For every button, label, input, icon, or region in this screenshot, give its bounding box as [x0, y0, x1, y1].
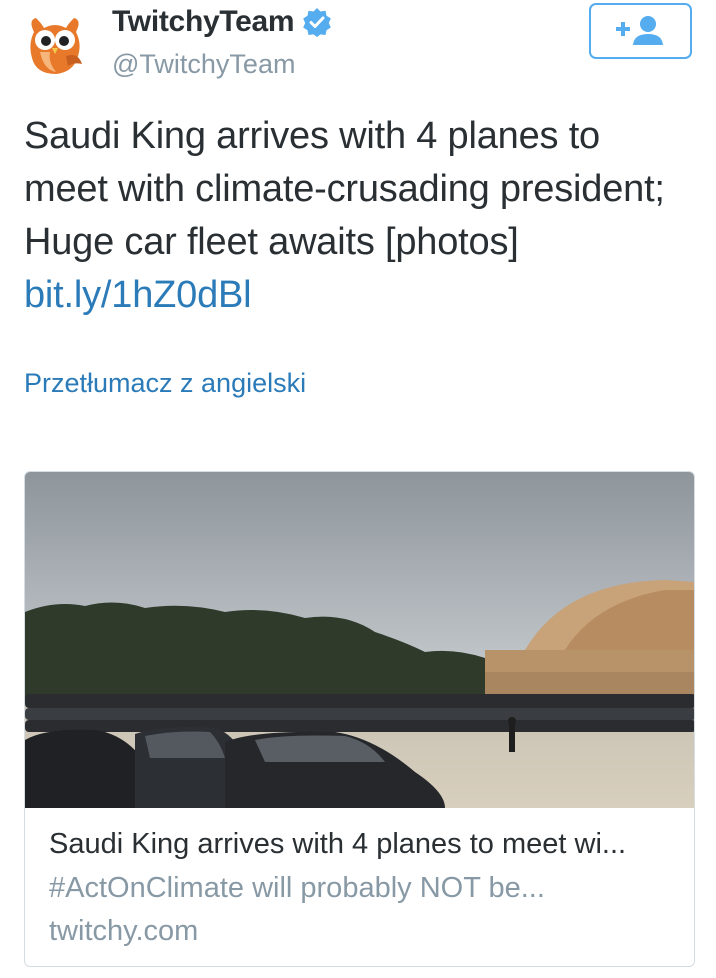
follow-user-plus-icon — [615, 16, 663, 45]
card-domain: twitchy.com — [49, 915, 199, 947]
tweet-body: Saudi King arrives with 4 planes to meet… — [24, 115, 665, 263]
card-title[interactable]: Saudi King arrives with 4 planes to meet… — [49, 828, 679, 861]
author-name[interactable]: TwitchyTeam — [112, 5, 295, 39]
author-handle[interactable]: @TwitchyTeam — [112, 49, 295, 80]
tweet-link[interactable]: bit.ly/1hZ0dBl — [24, 274, 252, 316]
card-image[interactable] — [25, 472, 695, 808]
tweet-text: Saudi King arrives with 4 planes to meet… — [24, 110, 684, 322]
author-name-row[interactable]: TwitchyTeam — [112, 5, 332, 39]
card-description: #ActOnClimate will probably NOT be... — [49, 872, 545, 904]
follow-button[interactable] — [589, 3, 692, 59]
owl-avatar-icon — [30, 18, 82, 74]
link-card[interactable]: Saudi King arrives with 4 planes to meet… — [24, 471, 695, 967]
avatar[interactable] — [22, 12, 88, 78]
verified-badge-icon — [302, 7, 332, 37]
translate-link[interactable]: Przetłumacz z angielski — [24, 368, 306, 399]
